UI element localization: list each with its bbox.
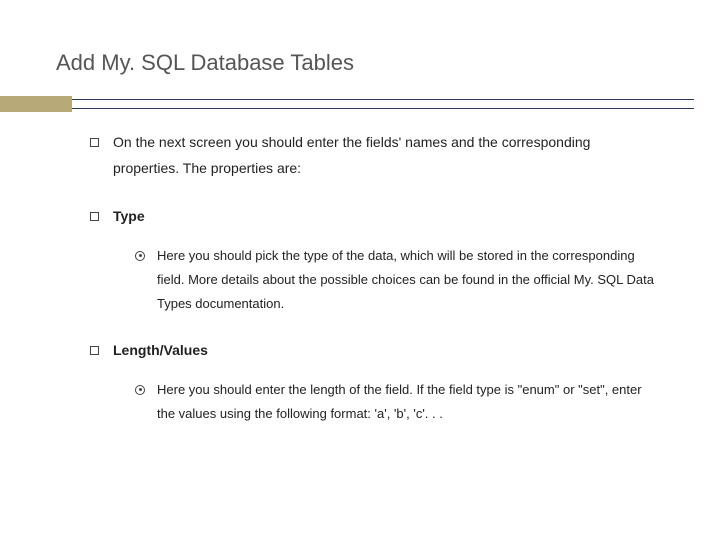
circle-bullet-icon (135, 251, 145, 261)
divider (0, 96, 720, 112)
list-item-text: Length/Values (113, 338, 660, 364)
square-bullet-icon (90, 212, 99, 221)
divider-line-bottom (72, 108, 694, 109)
content: On the next screen you should enter the … (60, 130, 660, 426)
circle-bullet-icon (135, 385, 145, 395)
list-item: Length/Values Here you should enter the … (90, 338, 660, 426)
list-item: Type Here you should pick the type of th… (90, 204, 660, 316)
list-item-body: Type Here you should pick the type of th… (113, 204, 660, 316)
slide-title: Add My. SQL Database Tables (56, 50, 660, 76)
list-item: On the next screen you should enter the … (90, 130, 660, 182)
list-item-body: Length/Values Here you should enter the … (113, 338, 660, 426)
divider-line-top (72, 99, 694, 100)
list-item-text: Type (113, 204, 660, 230)
sub-list-item: Here you should pick the type of the dat… (135, 244, 660, 316)
square-bullet-icon (90, 346, 99, 355)
list-item-text: On the next screen you should enter the … (113, 130, 660, 182)
sub-list-item-text: Here you should pick the type of the dat… (157, 244, 660, 316)
accent-block (0, 96, 72, 112)
square-bullet-icon (90, 138, 99, 147)
sub-list-item-text: Here you should enter the length of the … (157, 378, 660, 426)
slide: Add My. SQL Database Tables On the next … (0, 0, 720, 540)
sub-list-item: Here you should enter the length of the … (135, 378, 660, 426)
